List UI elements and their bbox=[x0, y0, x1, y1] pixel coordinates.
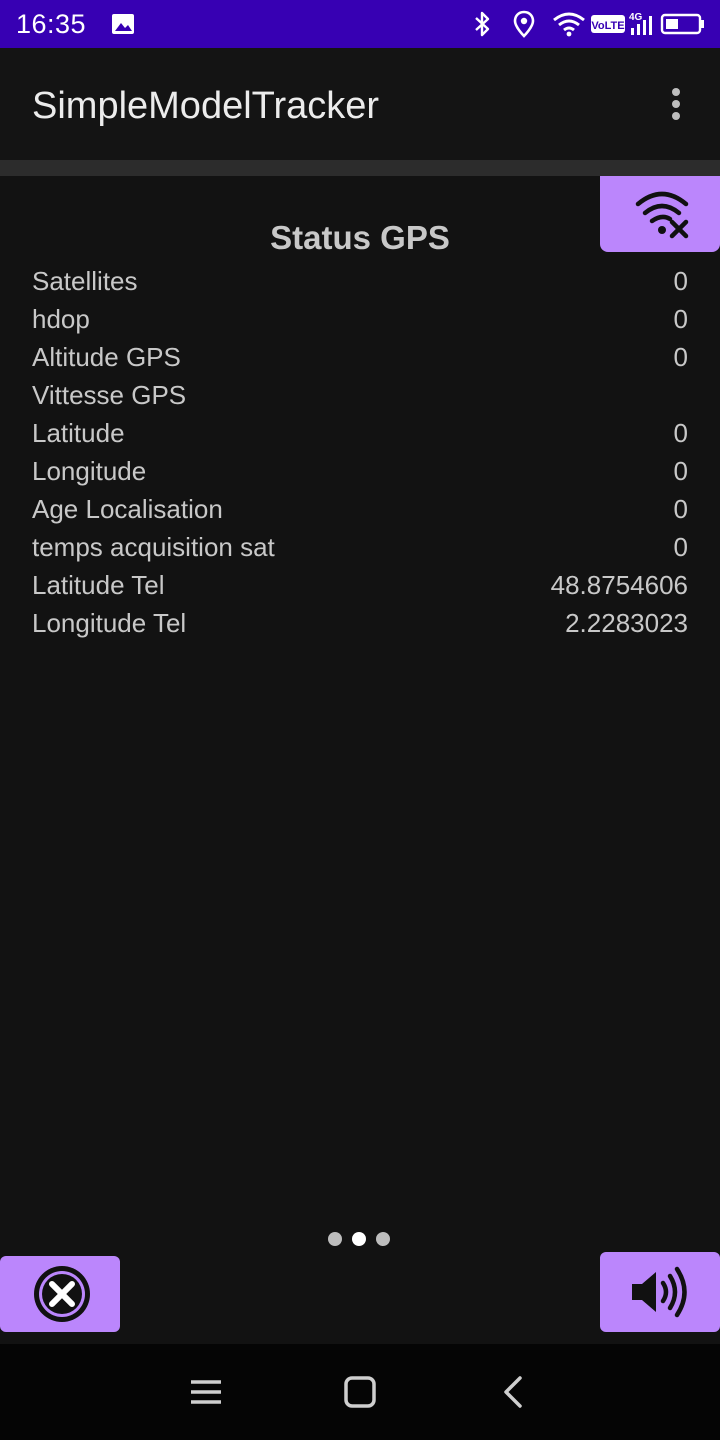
screen: 16:35 VoLTE 4G SimpleModelTracker Status… bbox=[0, 0, 720, 1440]
row-value: 0 bbox=[673, 494, 688, 524]
row-age-localisation: Age Localisation 0 bbox=[32, 490, 688, 528]
row-label: Vittesse GPS bbox=[32, 380, 187, 410]
row-satellites: Satellites 0 bbox=[32, 262, 688, 300]
close-circle-icon bbox=[34, 1266, 90, 1322]
app-title: SimpleModelTracker bbox=[32, 85, 380, 127]
row-label: Longitude Tel bbox=[32, 608, 187, 638]
row-vittesse-gps: Vittesse GPS bbox=[32, 376, 688, 414]
row-label: Altitude GPS bbox=[32, 342, 181, 372]
row-value: 48.8754606 bbox=[550, 570, 688, 600]
row-value: 0 bbox=[673, 456, 688, 486]
row-label: temps acquisition sat bbox=[32, 532, 275, 562]
page-dot-1[interactable] bbox=[328, 1232, 342, 1246]
bluetooth-icon bbox=[472, 10, 492, 38]
row-value: 0 bbox=[673, 532, 688, 562]
location-icon bbox=[512, 10, 536, 38]
app-bar: SimpleModelTracker bbox=[0, 48, 720, 160]
row-altitude-gps: Altitude GPS 0 bbox=[32, 338, 688, 376]
row-longitude-tel: Longitude Tel 2.2283023 bbox=[32, 604, 688, 642]
page-dot-2[interactable] bbox=[352, 1232, 366, 1246]
row-value: 0 bbox=[673, 342, 688, 372]
back-icon[interactable] bbox=[490, 1368, 538, 1416]
volte-label: VoLTE bbox=[591, 20, 624, 32]
row-value: 0 bbox=[673, 418, 688, 448]
row-value: 0 bbox=[673, 266, 688, 296]
row-label: Longitude bbox=[32, 456, 147, 486]
row-label: Age Localisation bbox=[32, 494, 223, 524]
close-button[interactable] bbox=[0, 1256, 120, 1332]
row-longitude: Longitude 0 bbox=[32, 452, 688, 490]
status-bar: 16:35 VoLTE 4G bbox=[0, 0, 720, 48]
wifi-icon bbox=[552, 10, 586, 38]
network-type-label: 4G bbox=[629, 12, 643, 23]
row-latitude-tel: Latitude Tel 48.8754606 bbox=[32, 566, 688, 604]
gps-status-list: Satellites 0 hdop 0 Altitude GPS 0 Vitte… bbox=[32, 262, 688, 642]
home-icon[interactable] bbox=[336, 1368, 384, 1416]
recent-apps-icon[interactable] bbox=[182, 1368, 230, 1416]
battery-icon bbox=[660, 10, 706, 38]
image-icon bbox=[110, 10, 136, 38]
section-title: Status GPS bbox=[270, 219, 450, 256]
page-indicator bbox=[328, 1232, 392, 1248]
status-time: 16:35 bbox=[16, 9, 87, 39]
row-value: 2.2283023 bbox=[565, 608, 688, 638]
sound-button[interactable] bbox=[600, 1252, 720, 1332]
volume-up-icon bbox=[632, 1266, 687, 1318]
app-bar-divider bbox=[0, 160, 720, 176]
page-dot-3[interactable] bbox=[376, 1232, 390, 1246]
row-label: hdop bbox=[32, 304, 90, 334]
row-latitude: Latitude 0 bbox=[32, 414, 688, 452]
volte-icon: VoLTE bbox=[590, 10, 626, 38]
more-vert-icon[interactable] bbox=[656, 80, 696, 128]
row-label: Latitude Tel bbox=[32, 570, 165, 600]
row-temps-acquisition-sat: temps acquisition sat 0 bbox=[32, 528, 688, 566]
signal-icon: 4G bbox=[628, 10, 658, 38]
row-label: Latitude bbox=[32, 418, 125, 448]
row-value: 0 bbox=[673, 304, 688, 334]
navigation-bar bbox=[0, 1344, 720, 1440]
row-hdop: hdop 0 bbox=[32, 300, 688, 338]
row-label: Satellites bbox=[32, 266, 138, 296]
